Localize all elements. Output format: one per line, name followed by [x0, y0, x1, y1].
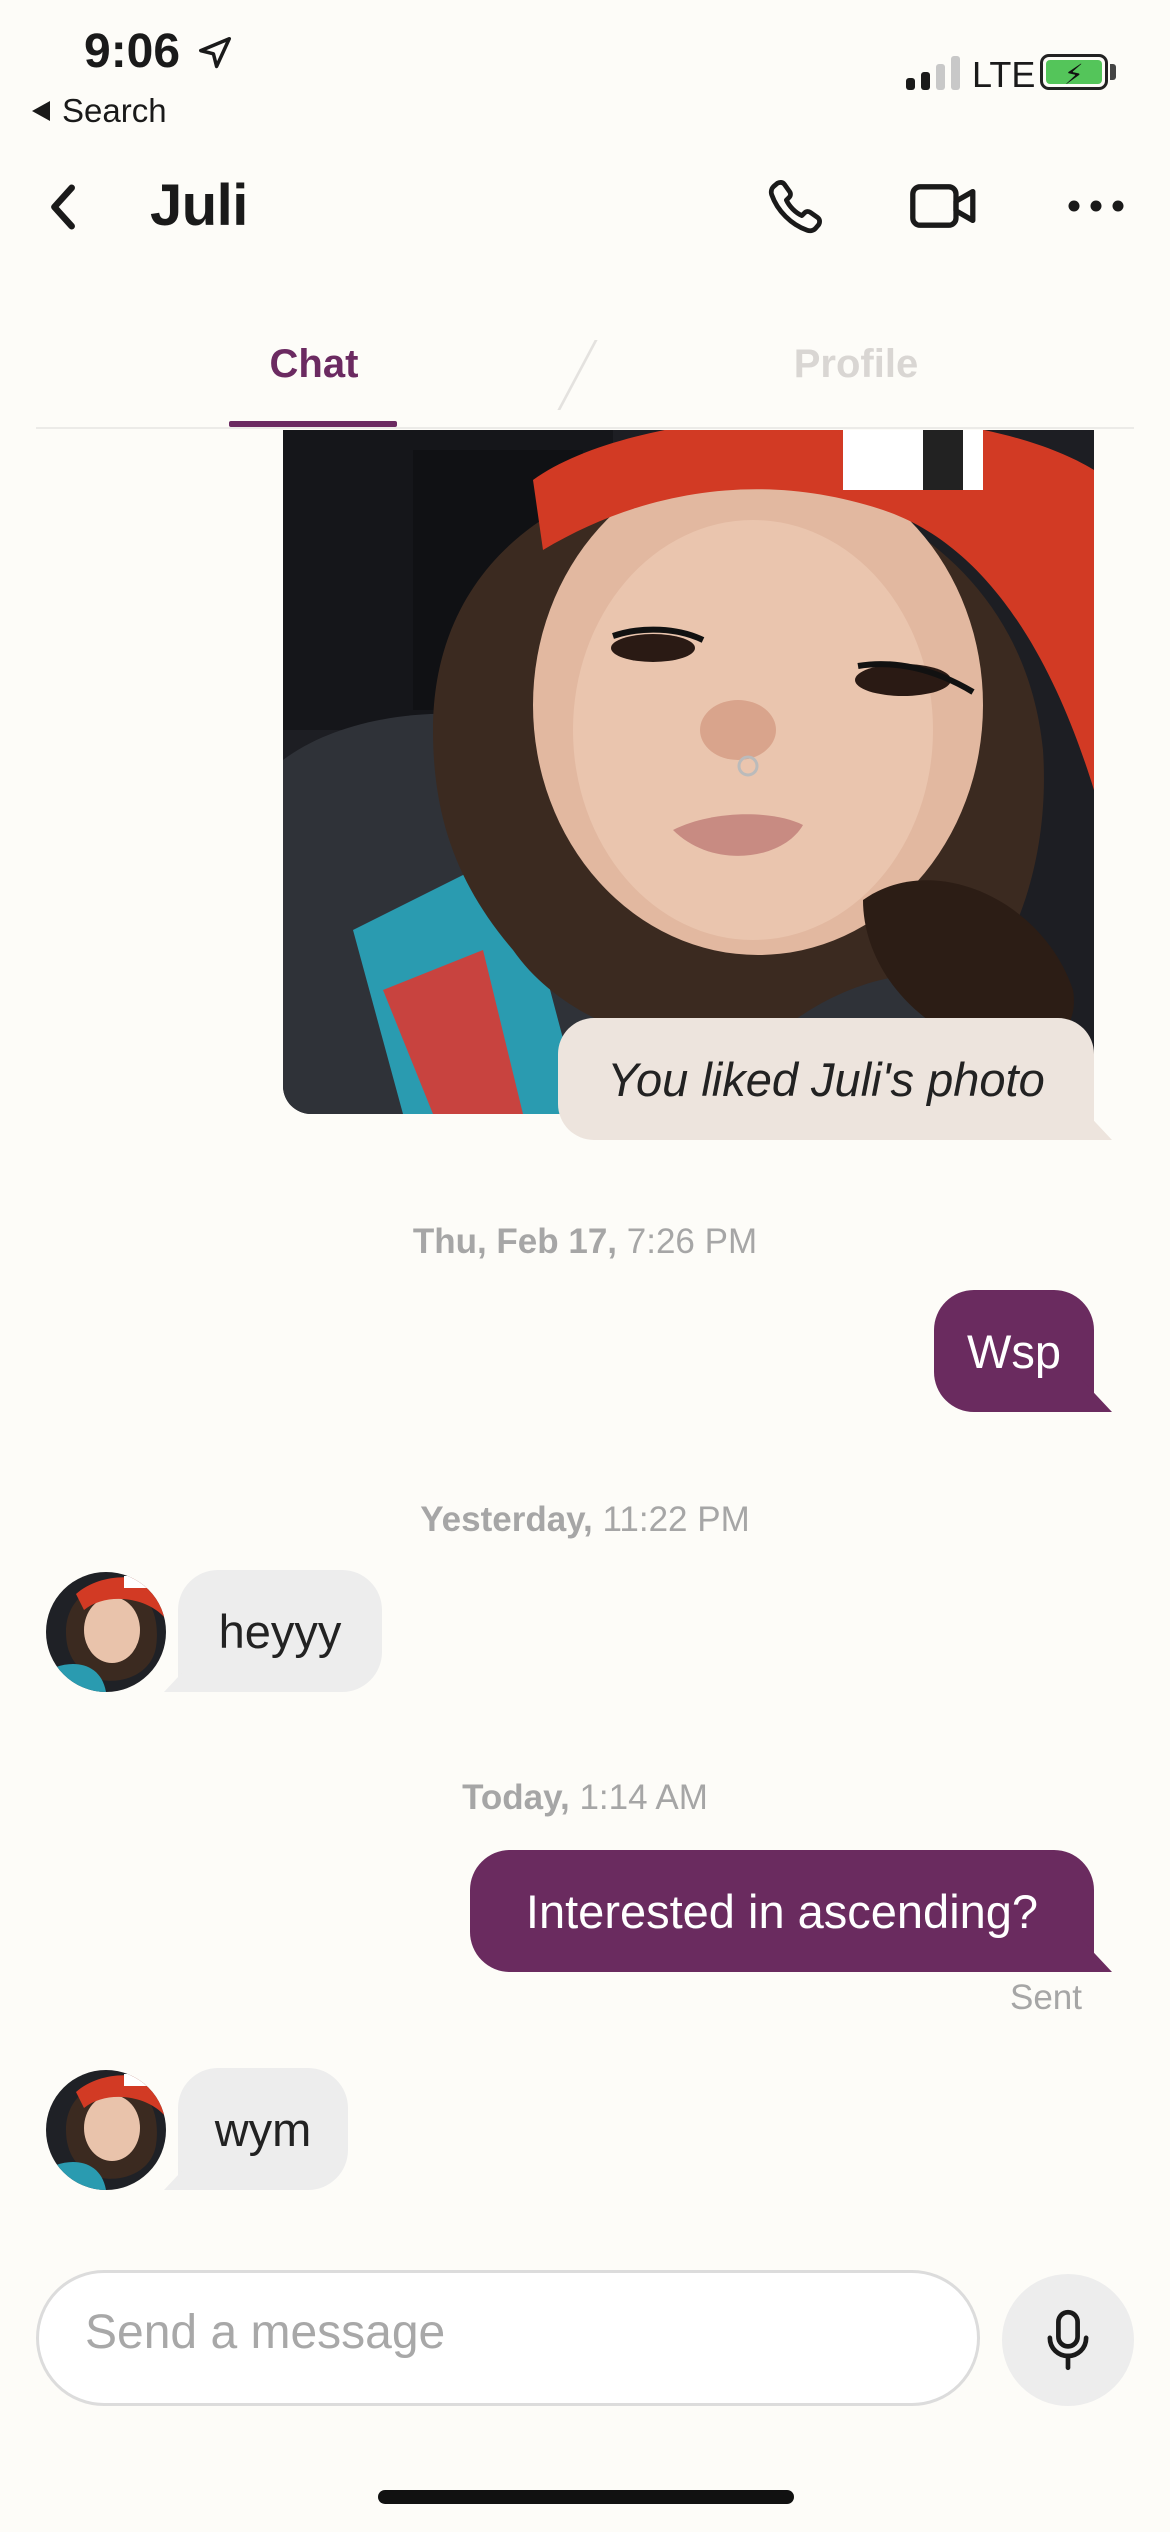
back-app-label: Search	[62, 92, 167, 129]
outgoing-bubble-tail	[1082, 1940, 1112, 1972]
timestamp-time: 1:14 AM	[579, 1778, 708, 1817]
liked-photo[interactable]	[283, 430, 1094, 1114]
timestamp-day: Thu, Feb 17,	[412, 1222, 618, 1261]
home-indicator[interactable]	[378, 2490, 794, 2504]
timestamp-time: 11:22 PM	[602, 1500, 750, 1539]
microphone-icon	[1047, 2309, 1089, 2371]
liked-bubble-tail	[1082, 1108, 1112, 1140]
message-composer[interactable]	[36, 2270, 980, 2406]
location-arrow-icon	[199, 37, 231, 69]
avatar[interactable]	[46, 1572, 166, 1692]
incoming-message[interactable]: heyyy	[178, 1570, 382, 1692]
message-input[interactable]	[85, 2305, 925, 2360]
outgoing-message[interactable]: Interested in ascending?	[470, 1850, 1094, 1972]
page-title[interactable]: Juli	[150, 172, 248, 239]
more-options-button[interactable]	[1056, 166, 1136, 246]
video-camera-icon	[910, 184, 976, 228]
status-time: 9:06	[84, 25, 181, 78]
tab-chat[interactable]: Chat	[164, 342, 464, 387]
liked-photo-caption: You liked Juli's photo	[558, 1018, 1094, 1140]
timestamp-day: Today,	[462, 1778, 570, 1817]
tabs-baseline	[36, 427, 1134, 429]
more-icon	[1068, 200, 1124, 212]
battery-icon: ⚡	[1040, 54, 1108, 90]
timestamp-divider: Yesterday, 11:22 PM	[0, 1500, 1170, 1540]
battery-tip	[1110, 64, 1116, 80]
video-call-button[interactable]	[904, 166, 984, 246]
voice-message-button[interactable]	[1002, 2274, 1134, 2406]
network-label: LTE	[972, 54, 1036, 95]
tab-profile[interactable]: Profile	[706, 342, 1006, 387]
avatar[interactable]	[46, 2070, 166, 2190]
outgoing-message[interactable]: Wsp	[934, 1290, 1094, 1412]
signal-icon	[906, 56, 960, 90]
tab-divider	[557, 340, 598, 410]
voice-call-button[interactable]	[756, 166, 836, 246]
outgoing-bubble-tail	[1082, 1380, 1112, 1412]
incoming-message[interactable]: wym	[178, 2068, 348, 2190]
back-to-app-button[interactable]: Search	[32, 92, 167, 130]
delivery-status: Sent	[1010, 1978, 1082, 2017]
back-triangle-icon	[32, 101, 50, 121]
timestamp-time: 7:26 PM	[626, 1222, 758, 1261]
phone-icon	[768, 180, 822, 234]
timestamp-divider: Thu, Feb 17, 7:26 PM	[0, 1222, 1170, 1262]
timestamp-divider: Today, 1:14 AM	[0, 1778, 1170, 1818]
active-tab-indicator	[229, 421, 397, 427]
timestamp-day: Yesterday,	[420, 1500, 593, 1539]
back-chevron-icon[interactable]	[44, 182, 84, 232]
